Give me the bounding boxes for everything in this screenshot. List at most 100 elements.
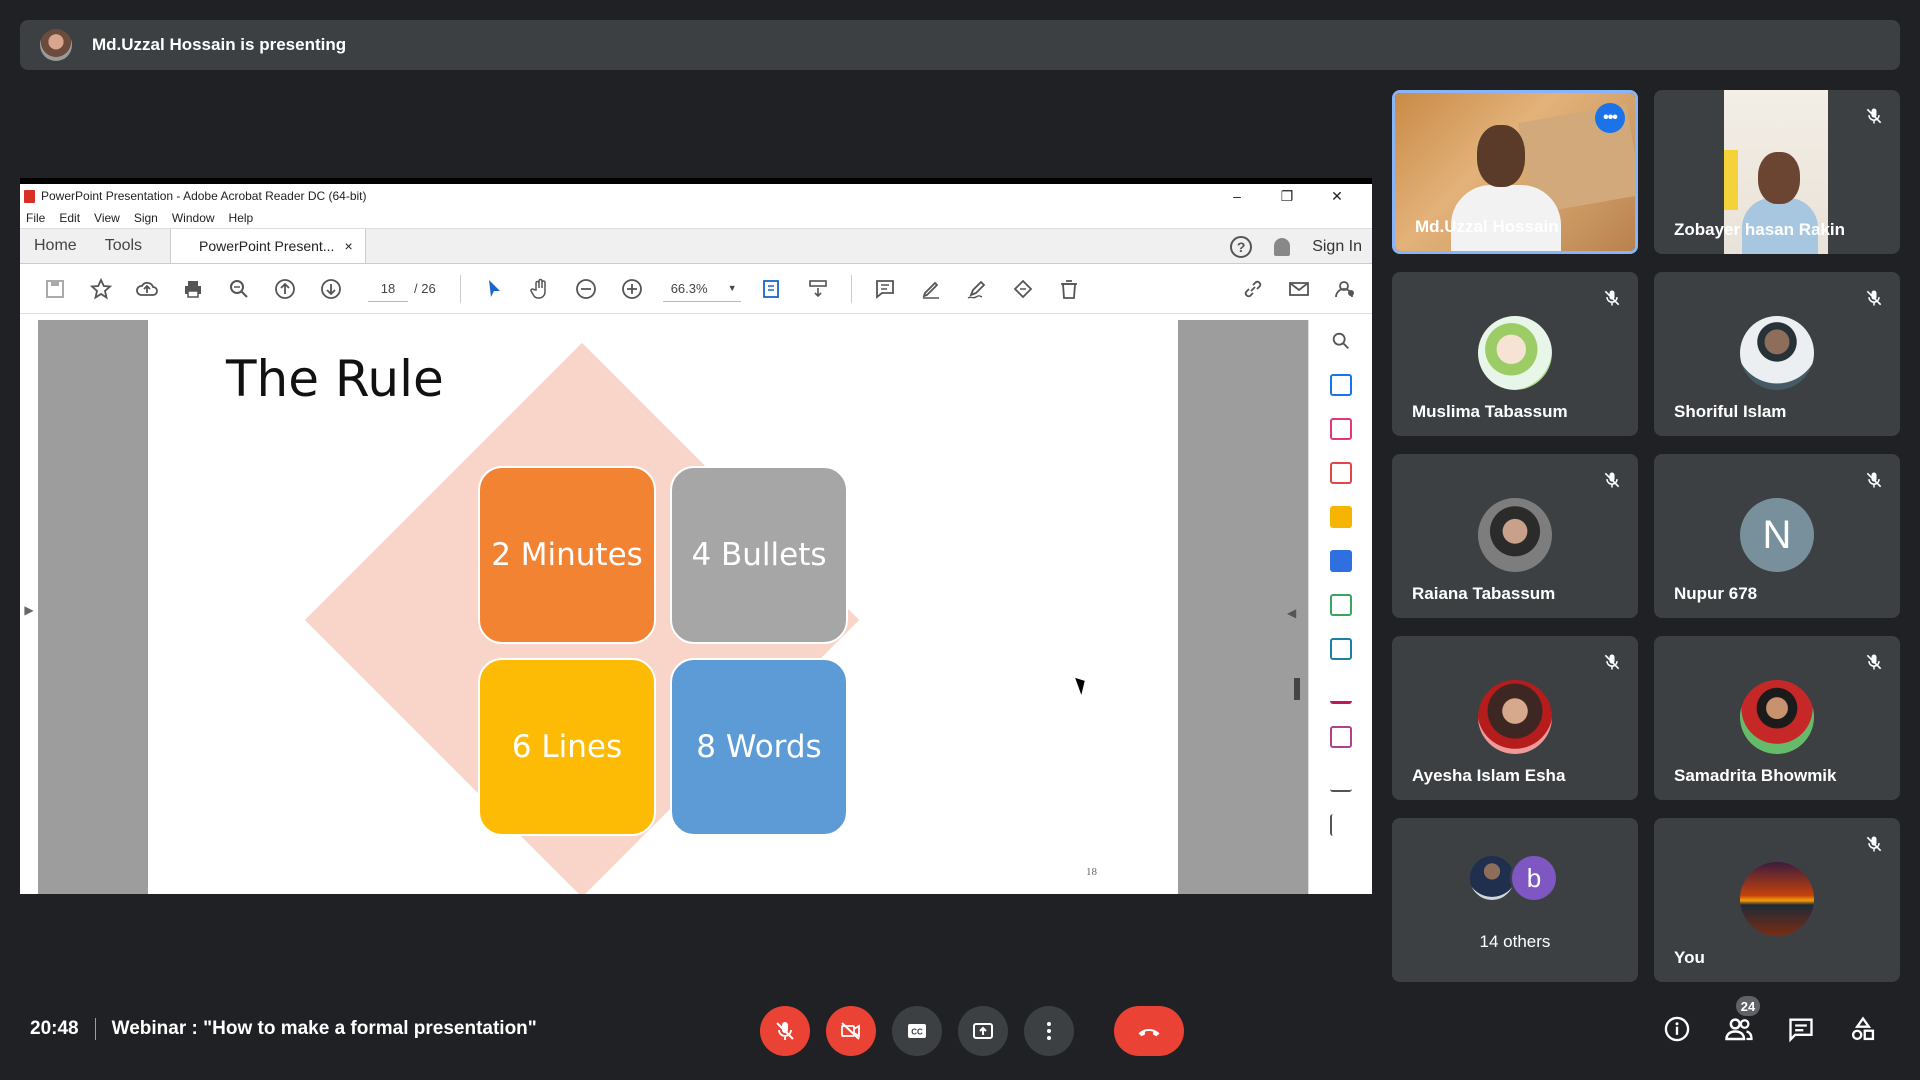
- others-avatars: b: [1468, 854, 1568, 904]
- edit-pdf-icon[interactable]: [1329, 550, 1352, 572]
- participant-tile[interactable]: Samadrita Bhowmik: [1654, 636, 1900, 800]
- captions-button[interactable]: CC: [892, 1006, 942, 1056]
- upload-icon[interactable]: [124, 274, 170, 304]
- slide-title: The Rule: [226, 350, 444, 408]
- star-icon[interactable]: [78, 274, 124, 304]
- meeting-time: 20:48: [30, 1018, 79, 1039]
- mic-off-icon: [1598, 648, 1626, 676]
- tab-tools[interactable]: Tools: [91, 229, 156, 263]
- captions-icon: CC: [908, 1024, 926, 1038]
- menu-sign[interactable]: Sign: [134, 211, 158, 225]
- meeting-details-button[interactable]: [1660, 1012, 1694, 1046]
- select-cursor-icon[interactable]: [471, 274, 517, 304]
- participant-name: Muslima Tabassum: [1412, 402, 1568, 421]
- divider: [94, 1018, 96, 1040]
- menu-help[interactable]: Help: [229, 211, 254, 225]
- participant-name: Ayesha Islam Esha: [1412, 766, 1566, 785]
- combine-files-icon[interactable]: [1329, 594, 1352, 616]
- mail-icon[interactable]: [1276, 274, 1322, 304]
- tab-document[interactable]: PowerPoint Present... ×: [170, 229, 366, 263]
- tile-bullets: 4 Bullets: [670, 466, 848, 644]
- participant-tile[interactable]: Raiana Tabassum: [1392, 454, 1638, 618]
- participants-button[interactable]: 24: [1722, 996, 1760, 1046]
- highlight-icon[interactable]: [908, 274, 954, 304]
- more-options-button[interactable]: [1024, 1006, 1074, 1056]
- zoom-in-icon[interactable]: [609, 274, 655, 304]
- present-button[interactable]: [958, 1006, 1008, 1056]
- zoom-level-select[interactable]: 66.3% ▼: [662, 276, 741, 302]
- expand-tools-icon[interactable]: [1329, 770, 1352, 792]
- participant-tile[interactable]: Shoriful Islam: [1654, 272, 1900, 436]
- avatar: [1478, 316, 1552, 390]
- self-tile[interactable]: You: [1654, 818, 1900, 982]
- export-pdf-icon[interactable]: [1329, 462, 1352, 484]
- exit-panel-icon[interactable]: [1329, 814, 1352, 836]
- search-icon[interactable]: [216, 274, 262, 304]
- left-panel-toggle[interactable]: ▶: [20, 320, 38, 894]
- menu-view[interactable]: View: [94, 211, 120, 225]
- participant-tile-speaker[interactable]: ••• Md.Uzzal Hossain: [1392, 90, 1638, 254]
- scroll-mode-icon[interactable]: [795, 274, 841, 304]
- trash-icon[interactable]: [1046, 274, 1092, 304]
- menu-window[interactable]: Window: [172, 211, 215, 225]
- mic-toggle-button[interactable]: [760, 1006, 810, 1056]
- video-background: [1724, 150, 1738, 210]
- participant-tile[interactable]: Zobayer hasan Rakin: [1654, 90, 1900, 254]
- prev-page-icon[interactable]: [262, 274, 308, 304]
- comment-tool-icon[interactable]: [1329, 506, 1352, 528]
- sign-in-button[interactable]: Sign In: [1312, 238, 1362, 256]
- zoom-tool-icon[interactable]: [1330, 330, 1352, 352]
- comment-icon[interactable]: [862, 274, 908, 304]
- participant-tile[interactable]: Ayesha Islam Esha: [1392, 636, 1638, 800]
- participant-tile[interactable]: N Nupur 678: [1654, 454, 1900, 618]
- mic-off-icon: [1860, 830, 1888, 858]
- avatar: [1478, 498, 1552, 572]
- more-tools-icon[interactable]: [1329, 726, 1352, 748]
- menu-edit[interactable]: Edit: [59, 211, 80, 225]
- camera-toggle-button[interactable]: [826, 1006, 876, 1056]
- scrollbar[interactable]: [1294, 678, 1300, 700]
- close-window-button[interactable]: ✕: [1312, 188, 1362, 205]
- help-icon[interactable]: ?: [1230, 236, 1253, 258]
- participant-name: You: [1674, 948, 1705, 967]
- menu-file[interactable]: File: [26, 211, 45, 225]
- send-signature-icon[interactable]: [1329, 638, 1352, 660]
- sign-pen-icon[interactable]: [954, 274, 1000, 304]
- svg-text:CC: CC: [911, 1028, 923, 1037]
- fill-sign-icon[interactable]: [1329, 682, 1352, 704]
- tab-home[interactable]: Home: [20, 229, 91, 263]
- share-user-icon[interactable]: [1322, 274, 1368, 304]
- save-icon[interactable]: [32, 274, 78, 304]
- fit-page-icon[interactable]: [749, 274, 795, 304]
- print-icon[interactable]: [170, 274, 216, 304]
- stamp-icon[interactable]: [1000, 274, 1046, 304]
- page-number-input[interactable]: 18: [368, 276, 408, 302]
- link-icon[interactable]: [1230, 274, 1276, 304]
- next-page-icon[interactable]: [308, 274, 354, 304]
- organize-pages-icon[interactable]: [1329, 418, 1352, 440]
- create-pdf-icon[interactable]: [1329, 374, 1352, 396]
- participant-name: Raiana Tabassum: [1412, 584, 1556, 603]
- video-person-face: [1758, 152, 1800, 204]
- more-vert-icon: [1047, 1022, 1051, 1040]
- hand-icon[interactable]: [517, 274, 563, 304]
- chat-button[interactable]: [1784, 1012, 1818, 1046]
- mic-off-icon: [1598, 466, 1626, 494]
- avatar: [1468, 854, 1516, 902]
- mic-off-icon: [1860, 648, 1888, 676]
- menu-bar: File Edit View Sign Window Help: [20, 208, 1372, 228]
- restore-button[interactable]: ❐: [1262, 188, 1312, 205]
- present-screen-icon: [973, 1023, 993, 1039]
- activities-button[interactable]: [1846, 1012, 1880, 1046]
- bell-icon[interactable]: [1274, 238, 1291, 256]
- end-call-button[interactable]: [1114, 1006, 1184, 1056]
- others-tile[interactable]: b 14 others: [1392, 818, 1638, 982]
- slide-page-number: 18: [1086, 866, 1097, 878]
- minimize-button[interactable]: –: [1212, 188, 1262, 204]
- mic-off-icon: [1860, 466, 1888, 494]
- participant-tile[interactable]: Muslima Tabassum: [1392, 272, 1638, 436]
- close-tab-icon[interactable]: ×: [344, 238, 352, 254]
- zoom-out-icon[interactable]: [563, 274, 609, 304]
- collapse-panel-icon[interactable]: ◀: [1287, 606, 1296, 620]
- more-options-button[interactable]: •••: [1595, 103, 1625, 133]
